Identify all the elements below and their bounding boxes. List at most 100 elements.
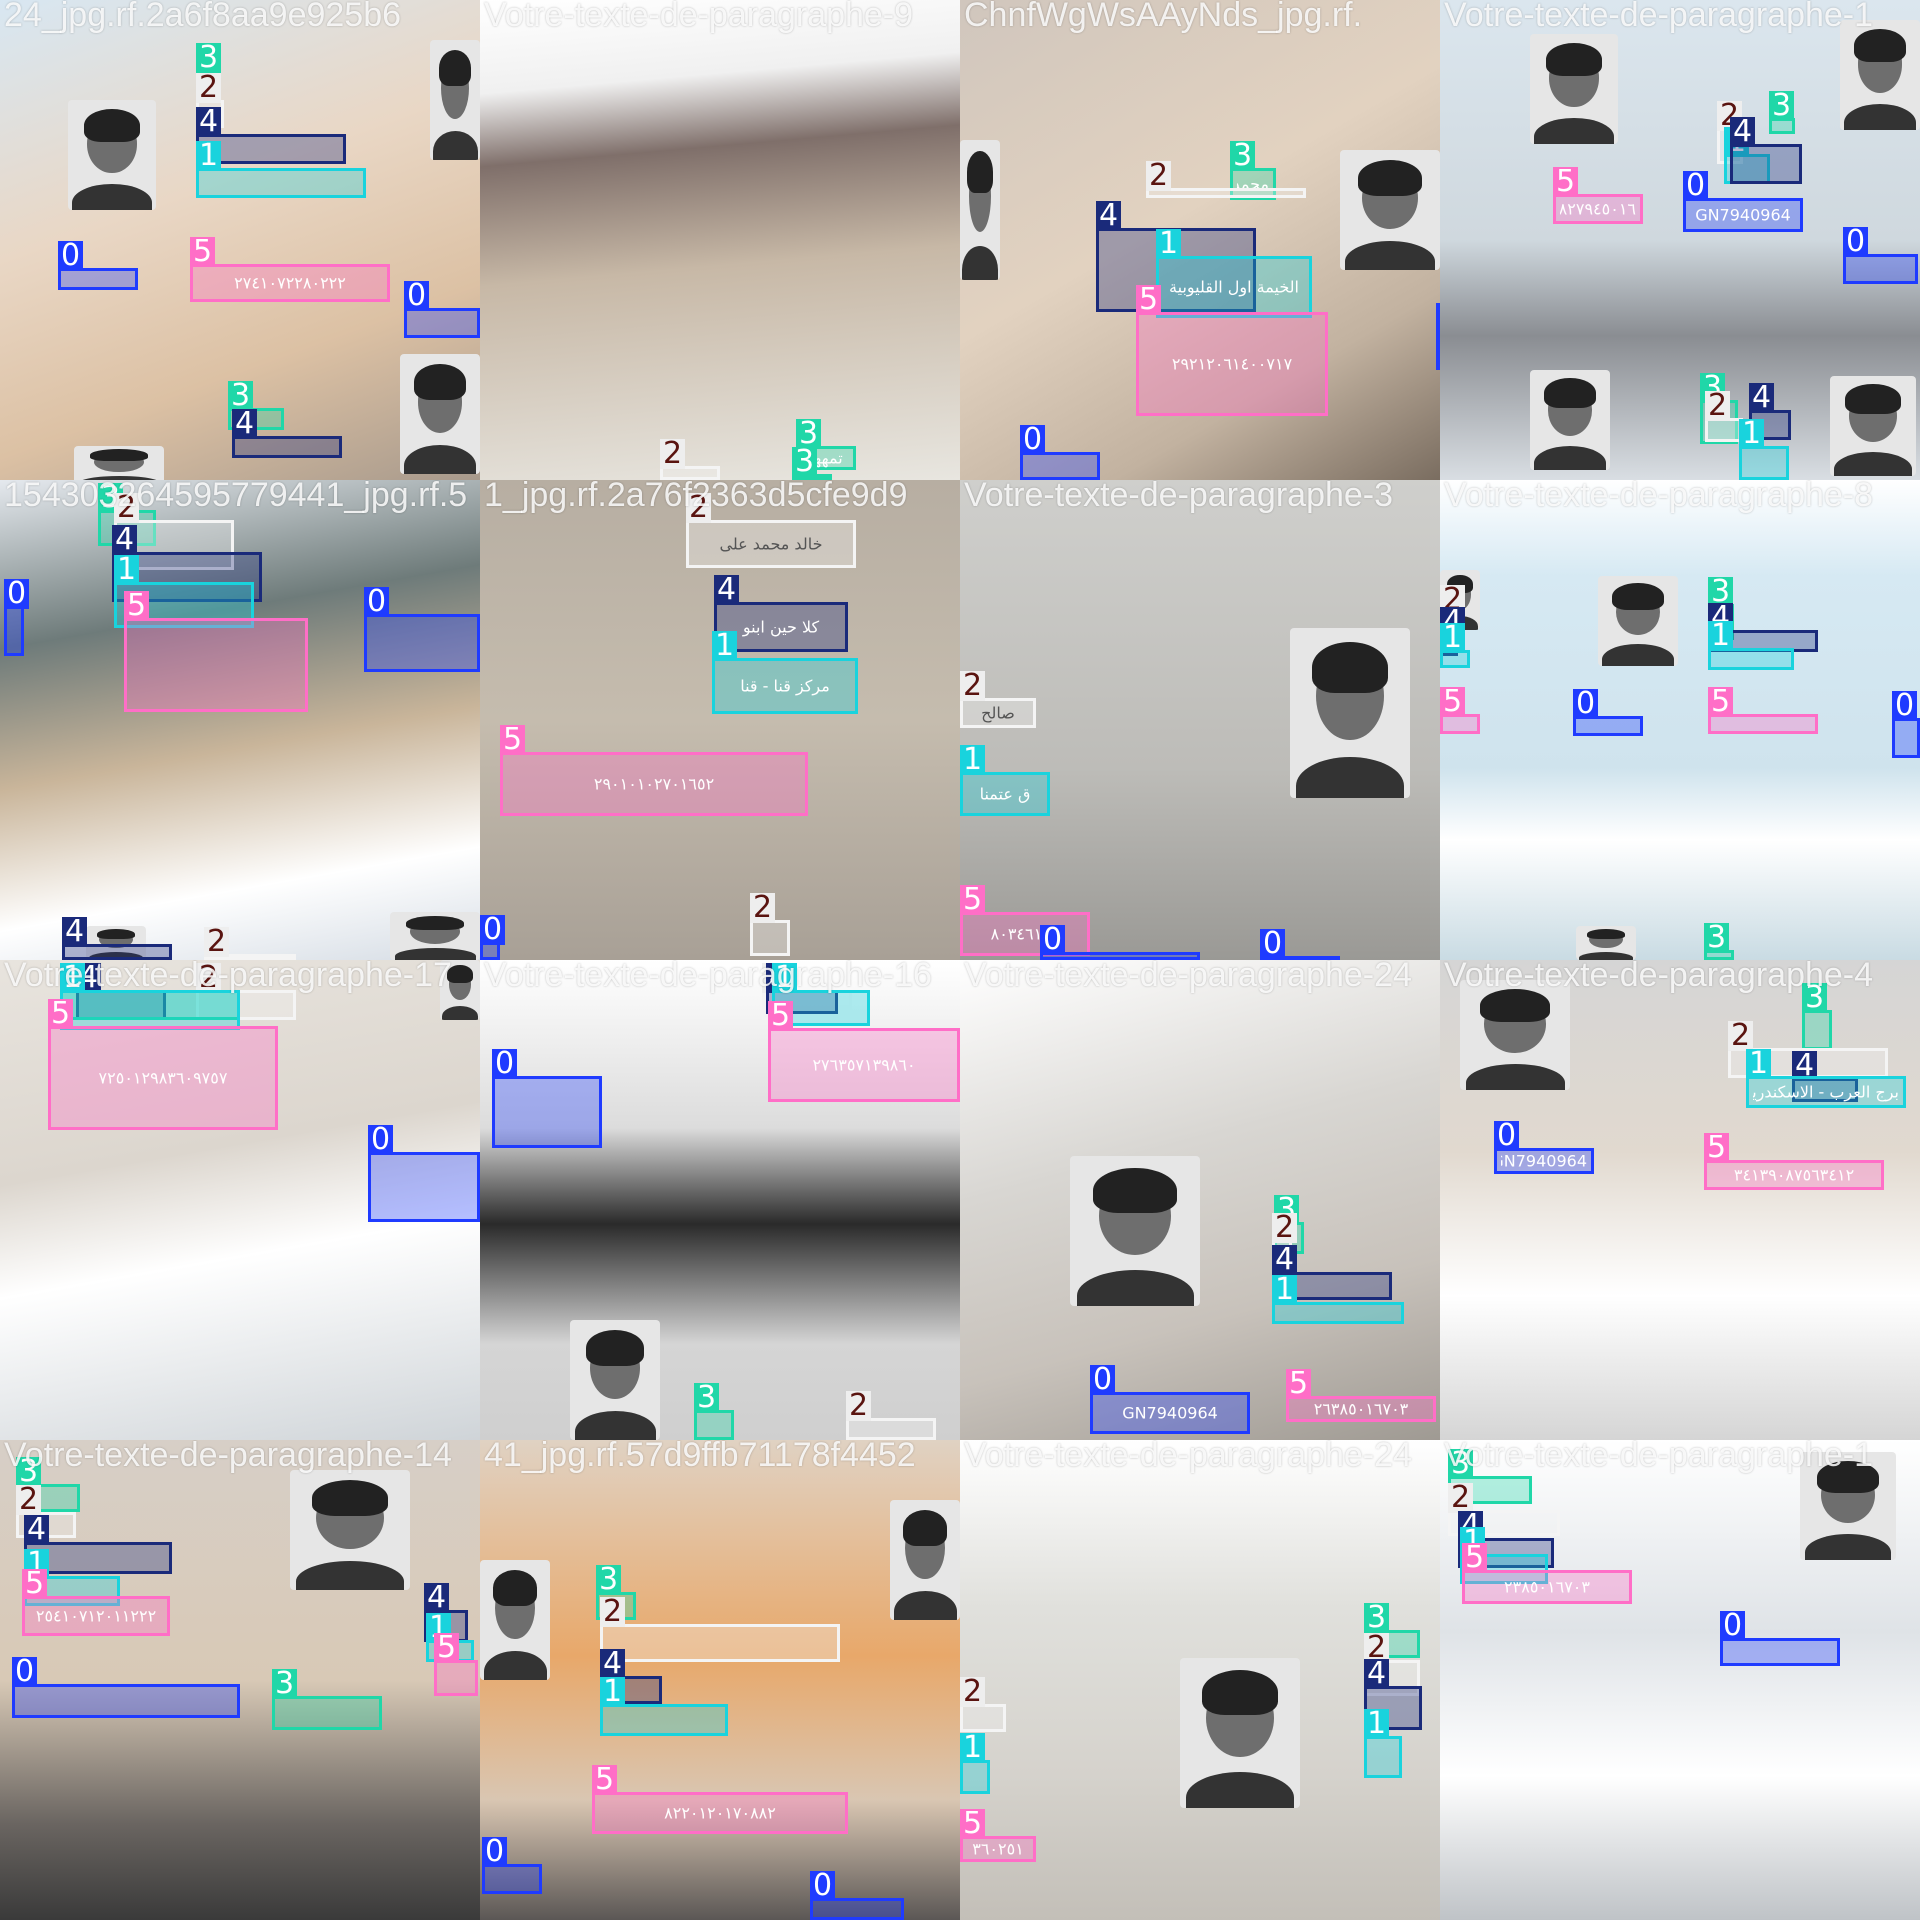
bounding-box-class-5: 5 ٢٦٣٨٥٠١٦٧٠٣ <box>1286 1369 1436 1422</box>
bounding-box-class-0: 0 <box>368 1125 480 1222</box>
tile-filename: 24_jpg.rf.2a6f8aa9e925b6 <box>4 0 402 34</box>
image-tile: 3 2 4 1 5 0 0 4 2 154303264595779441_jpg.rf.5 <box>0 480 480 960</box>
bounding-box-class-0: 0 <box>4 579 30 656</box>
bounding-box-class-0: 0 <box>1020 425 1100 480</box>
class-label: 5 <box>190 237 216 267</box>
class-label: 3 <box>1704 923 1730 953</box>
id-card-photo <box>960 960 1440 1440</box>
bounding-box-class-2: 2 <box>846 1391 936 1440</box>
class-label: 1 <box>1272 1275 1298 1305</box>
image-tile: 2 4 1 5 0 3 4 1 5 0 3 Votre-texte-de-paragraphe-8 <box>1440 480 1920 960</box>
image-tile: 2 3 تمهها 3 Votre-texte-de-paragraphe-9 <box>480 0 960 480</box>
bounding-box-class-5: 5 ٧٢٥٠١٢٩٨٣٦٠٩٧٥٧ <box>48 999 278 1130</box>
class-label: 3 <box>694 1383 720 1413</box>
portrait-photo <box>290 1470 410 1590</box>
class-label: 1 <box>1746 1049 1772 1079</box>
image-tile: 2 1 5 ٣٦٠٢٥١ 3 2 4 1 Votre-texte-de-paragraphe-2… <box>960 1440 1440 1920</box>
class-label: 2 <box>960 671 986 701</box>
ocr-text: ٢٦٣٨٥٠١٦٧٠٣ <box>1313 1399 1409 1419</box>
tile-filename: Votre-texte-de-paragraphe-1 <box>1444 0 1874 34</box>
ocr-text: ٨٢٢٠١٢٠١٧٠٨٨٢ <box>664 1803 776 1823</box>
class-label: 0 <box>482 1837 508 1867</box>
class-label: 2 <box>750 893 776 923</box>
class-label: 0 <box>1843 227 1869 257</box>
image-tile: 3محمد241الخيمة اول القليوبية5٢٩٢١٢٠٦١٤٠٠… <box>960 0 1440 480</box>
bounding-box-class-2: 2 <box>1146 161 1306 198</box>
class-label: 0 <box>12 1657 38 1687</box>
bounding-box-class-2: 2 خالد محمد على <box>686 493 856 568</box>
class-label: 3 <box>792 447 818 477</box>
bounding-box-class-0: 0GN7940964 <box>1494 1121 1594 1174</box>
ocr-text: ٢٣٨٥٠١٦٧٠٣ <box>1504 1577 1590 1597</box>
portrait-photo <box>1070 1156 1200 1306</box>
class-label: 0 <box>1260 929 1286 959</box>
portrait-photo <box>1460 980 1570 1090</box>
class-label: 1 <box>1708 621 1734 651</box>
image-tile: 23140GN79409645١٦٥٠١٢٨٢٧٩٤٥٠١٦03241Votre… <box>1440 0 1920 480</box>
class-label: 5 <box>48 999 74 1029</box>
bounding-box-class-5: 5 <box>124 591 308 712</box>
ocr-text: كلا حين ابنو <box>742 617 820 637</box>
bounding-box-class-1: 1 <box>960 1733 990 1794</box>
class-label: 5 <box>1708 687 1734 717</box>
class-label: 0 <box>4 579 30 609</box>
tile-filename: Votre-texte-de-paragraphe-17 <box>4 960 452 994</box>
class-label: 0 <box>810 1871 836 1901</box>
class-label: 5 <box>1136 285 1162 315</box>
bounding-box-class-0: 0 <box>492 1049 602 1148</box>
class-label: 0 <box>1494 1121 1520 1151</box>
class-label: 1 <box>1440 623 1466 653</box>
bounding-box-class-0: 0GN7940964 <box>1683 171 1803 232</box>
class-label: 2 <box>846 1391 872 1421</box>
bounding-box-class-1: 1 برج العرب - الاسكندرية <box>1746 1049 1906 1108</box>
portrait-photo <box>1840 20 1920 130</box>
bounding-box-class-3: 3 <box>1769 91 1795 134</box>
bounding-box-class-2: 2 <box>1705 391 1743 442</box>
class-label: 1 <box>1739 419 1765 449</box>
class-label: 0 <box>368 1125 394 1155</box>
class-label: 4 <box>232 409 258 439</box>
bounding-box-class-1: 1 <box>1364 1709 1402 1778</box>
portrait-photo <box>68 100 156 210</box>
class-label: 0 <box>1090 1365 1116 1395</box>
class-label: 5 <box>1462 1543 1488 1573</box>
portrait-photo <box>570 1320 660 1440</box>
bounding-box-class-1: 1 <box>1272 1275 1404 1324</box>
class-label: 0 <box>404 281 430 311</box>
bounding-box-class-0: 0 <box>810 1871 904 1920</box>
ocr-text: ٢٧٤١٠٧٢٢٨٠٢٢٢ <box>234 273 346 293</box>
bounding-box-class-5: 5 ٨٠٣٤٦١٣٧ <box>960 885 1090 956</box>
bounding-box-class-5: 5 <box>434 1633 478 1696</box>
bounding-box-class-0: 0 <box>1892 691 1920 758</box>
class-label: 2 <box>1272 1213 1298 1243</box>
portrait-photo <box>74 446 164 480</box>
bounding-box-class-5: 5 ٢٩٢١٢٠٦١٤٠٠٧١٧ <box>1136 285 1328 416</box>
tile-filename: 1_jpg.rf.2a76f2363d5cfe9d9 <box>484 480 908 514</box>
id-card-photo <box>480 1440 960 1920</box>
mosaic-grid: 3 2 4 1 5 ٢٧٤١٠٧٢٢٨٠٢٢٢ 0 0 3 4 24_jpg.rf.2a6f8aa9… <box>0 0 1920 1920</box>
ocr-text: ٣٦٠٢٥١ <box>972 1839 1024 1859</box>
bounding-box-class-0: 0 <box>364 587 480 672</box>
bounding-box-class-2: 2 <box>750 893 790 956</box>
tile-filename: Votre-texte-de-paragraphe-3 <box>964 480 1394 514</box>
class-label: 1 <box>1364 1709 1390 1739</box>
image-tile: 2415٢٧٦٣٥٧١٣٩٨٦٠032Votre-texte-de-paragr… <box>480 960 960 1440</box>
class-label: 2 <box>196 73 222 103</box>
ocr-text: صالح <box>981 703 1015 723</box>
class-label: 4 <box>196 107 222 137</box>
bounding-box-class-1: 1 <box>1440 623 1470 668</box>
class-label: 1 <box>196 141 222 171</box>
class-label: 4 <box>424 1583 450 1613</box>
portrait-photo <box>1290 628 1410 798</box>
class-label: 3 <box>1230 141 1256 171</box>
bounding-box-class-2: 2 <box>600 1597 840 1662</box>
portrait-photo <box>480 1560 550 1680</box>
portrait-photo <box>1576 926 1636 960</box>
class-label: 4 <box>1730 117 1756 147</box>
class-label: 5 <box>768 1001 794 1031</box>
bounding-box-class-5: 5 ٢٥٤١٠٧١٢٠١١٢٢٢ <box>22 1569 170 1636</box>
class-label: 4 <box>714 575 740 605</box>
class-label: 2 <box>1146 161 1172 191</box>
tile-filename: 154303264595779441_jpg.rf.5 <box>4 480 468 514</box>
class-label: 1 <box>1156 229 1182 259</box>
